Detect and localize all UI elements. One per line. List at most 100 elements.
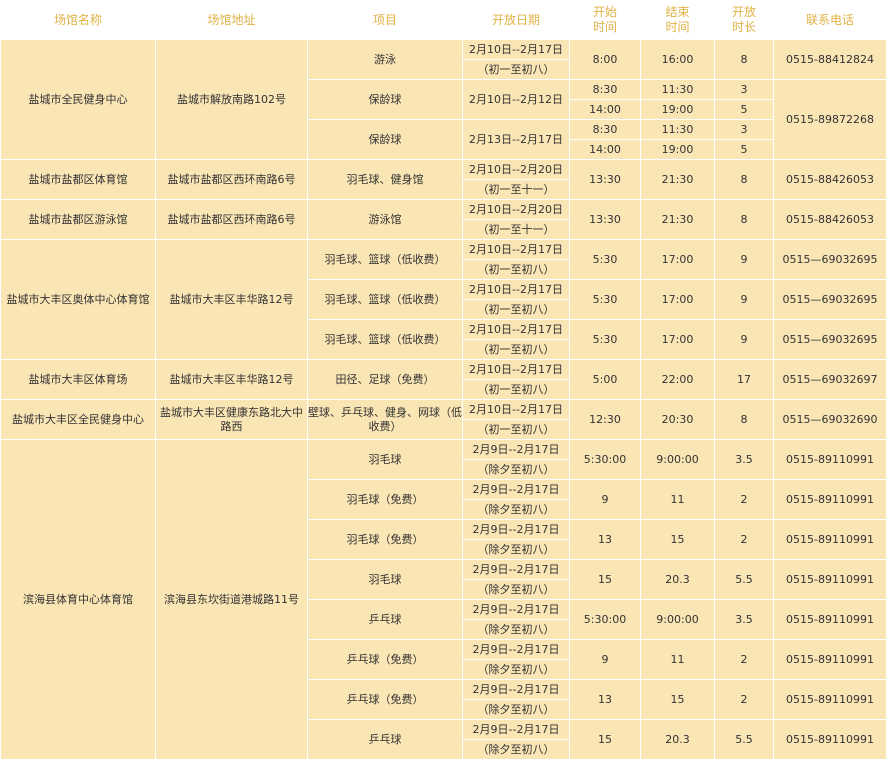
- item-cell: 乒乓球: [308, 600, 463, 640]
- duration-cell: 3.5: [715, 440, 774, 480]
- venue-name-cell: 盐城市全民健身中心: [1, 40, 156, 160]
- venue-address-cell: 盐城市盐都区西环南路6号: [156, 200, 308, 240]
- start-time-cell: 13:30: [570, 160, 641, 200]
- table-row: 盐城市全民健身中心盐城市解放南路102号游泳2月10日--2月17日8:0016…: [1, 40, 886, 60]
- start-time-cell: 8:00: [570, 40, 641, 80]
- duration-cell: 8: [715, 160, 774, 200]
- start-time-cell: 14:00: [570, 140, 641, 160]
- end-time-cell: 21:30: [641, 160, 715, 200]
- phone-cell: 0515—69032690: [774, 400, 886, 440]
- date-note-cell: （除夕至初八）: [463, 540, 570, 560]
- table-row: 盐城市盐都区游泳馆盐城市盐都区西环南路6号游泳馆2月10日--2月20日13:3…: [1, 200, 886, 220]
- end-time-cell: 17:00: [641, 320, 715, 360]
- duration-cell: 8: [715, 400, 774, 440]
- phone-cell: 0515-88426053: [774, 200, 886, 240]
- start-time-cell: 5:30: [570, 320, 641, 360]
- date-range-cell: 2月10日--2月20日: [463, 160, 570, 180]
- date-range-cell: 2月10日--2月12日: [463, 80, 570, 120]
- start-time-cell: 12:30: [570, 400, 641, 440]
- duration-cell: 3.5: [715, 600, 774, 640]
- venue-address-cell: 盐城市大丰区丰华路12号: [156, 360, 308, 400]
- phone-cell: 0515-89110991: [774, 480, 886, 520]
- date-note-cell: （初一至初八）: [463, 380, 570, 400]
- start-time-cell: 15: [570, 720, 641, 760]
- date-note-cell: （初一至初八）: [463, 60, 570, 80]
- start-time-cell: 13: [570, 680, 641, 720]
- phone-cell: 0515-89110991: [774, 440, 886, 480]
- item-cell: 壁球、乒乓球、健身、网球（低收费）: [308, 400, 463, 440]
- item-cell: 羽毛球: [308, 560, 463, 600]
- duration-cell: 3: [715, 80, 774, 100]
- duration-cell: 9: [715, 240, 774, 280]
- end-time-cell: 19:00: [641, 140, 715, 160]
- item-cell: 乒乓球: [308, 720, 463, 760]
- duration-cell: 2: [715, 480, 774, 520]
- end-time-cell: 11:30: [641, 80, 715, 100]
- venue-name-cell: 盐城市盐都区体育馆: [1, 160, 156, 200]
- item-cell: 羽毛球、篮球（低收费）: [308, 280, 463, 320]
- start-time-cell: 5:30: [570, 240, 641, 280]
- date-range-cell: 2月9日--2月17日: [463, 520, 570, 540]
- phone-cell: 0515—69032695: [774, 320, 886, 360]
- start-time-cell: 8:30: [570, 120, 641, 140]
- phone-cell: 0515—69032695: [774, 280, 886, 320]
- date-note-cell: （除夕至初八）: [463, 460, 570, 480]
- item-cell: 乒乓球（免费）: [308, 680, 463, 720]
- date-note-cell: （初一至初八）: [463, 300, 570, 320]
- date-range-cell: 2月9日--2月17日: [463, 640, 570, 660]
- item-cell: 乒乓球（免费）: [308, 640, 463, 680]
- date-range-cell: 2月9日--2月17日: [463, 600, 570, 620]
- phone-cell: 0515-89110991: [774, 680, 886, 720]
- duration-cell: 5: [715, 140, 774, 160]
- venue-name-cell: 滨海县体育中心体育馆: [1, 440, 156, 760]
- item-cell: 游泳馆: [308, 200, 463, 240]
- item-cell: 田径、足球（免费）: [308, 360, 463, 400]
- date-range-cell: 2月9日--2月17日: [463, 440, 570, 460]
- duration-cell: 3: [715, 120, 774, 140]
- item-cell: 羽毛球: [308, 440, 463, 480]
- date-note-cell: （初一至初八）: [463, 340, 570, 360]
- end-time-cell: 20:30: [641, 400, 715, 440]
- phone-cell: 0515-88412824: [774, 40, 886, 80]
- start-time-cell: 5:30: [570, 280, 641, 320]
- venue-address-cell: 盐城市盐都区西环南路6号: [156, 160, 308, 200]
- item-cell: 羽毛球、篮球（低收费）: [308, 240, 463, 280]
- header-phone: 联系电话: [774, 1, 886, 40]
- date-note-cell: （除夕至初八）: [463, 620, 570, 640]
- header-start: 开始时间: [570, 1, 641, 40]
- phone-cell: 0515-89872268: [774, 80, 886, 160]
- item-cell: 羽毛球、篮球（低收费）: [308, 320, 463, 360]
- start-time-cell: 13:30: [570, 200, 641, 240]
- date-range-cell: 2月9日--2月17日: [463, 480, 570, 500]
- header-address: 场馆地址: [156, 1, 308, 40]
- venue-schedule-table: 场馆名称 场馆地址 项目 开放日期 开始时间 结束时间 开放时长 联系电话 盐城…: [0, 0, 886, 760]
- end-time-cell: 16:00: [641, 40, 715, 80]
- end-time-cell: 11: [641, 640, 715, 680]
- phone-cell: 0515-89110991: [774, 520, 886, 560]
- start-time-cell: 9: [570, 480, 641, 520]
- header-row: 场馆名称 场馆地址 项目 开放日期 开始时间 结束时间 开放时长 联系电话: [1, 1, 886, 40]
- date-note-cell: （初一至十一）: [463, 180, 570, 200]
- date-note-cell: （除夕至初八）: [463, 700, 570, 720]
- end-time-cell: 22:00: [641, 360, 715, 400]
- phone-cell: 0515-89110991: [774, 560, 886, 600]
- duration-cell: 8: [715, 200, 774, 240]
- end-time-cell: 9:00:00: [641, 440, 715, 480]
- start-time-cell: 15: [570, 560, 641, 600]
- duration-cell: 8: [715, 40, 774, 80]
- duration-cell: 2: [715, 520, 774, 560]
- duration-cell: 17: [715, 360, 774, 400]
- venue-address-cell: 滨海县东坎街道港城路11号: [156, 440, 308, 760]
- date-range-cell: 2月10日--2月17日: [463, 360, 570, 380]
- venue-address-cell: 盐城市大丰区丰华路12号: [156, 240, 308, 360]
- start-time-cell: 14:00: [570, 100, 641, 120]
- table-row: 盐城市盐都区体育馆盐城市盐都区西环南路6号羽毛球、健身馆2月10日--2月20日…: [1, 160, 886, 180]
- phone-cell: 0515—69032697: [774, 360, 886, 400]
- date-note-cell: （初一至初八）: [463, 420, 570, 440]
- date-note-cell: （初一至十一）: [463, 220, 570, 240]
- phone-cell: 0515—69032695: [774, 240, 886, 280]
- start-time-cell: 5:00: [570, 360, 641, 400]
- date-range-cell: 2月10日--2月17日: [463, 320, 570, 340]
- date-note-cell: （除夕至初八）: [463, 500, 570, 520]
- end-time-cell: 20.3: [641, 720, 715, 760]
